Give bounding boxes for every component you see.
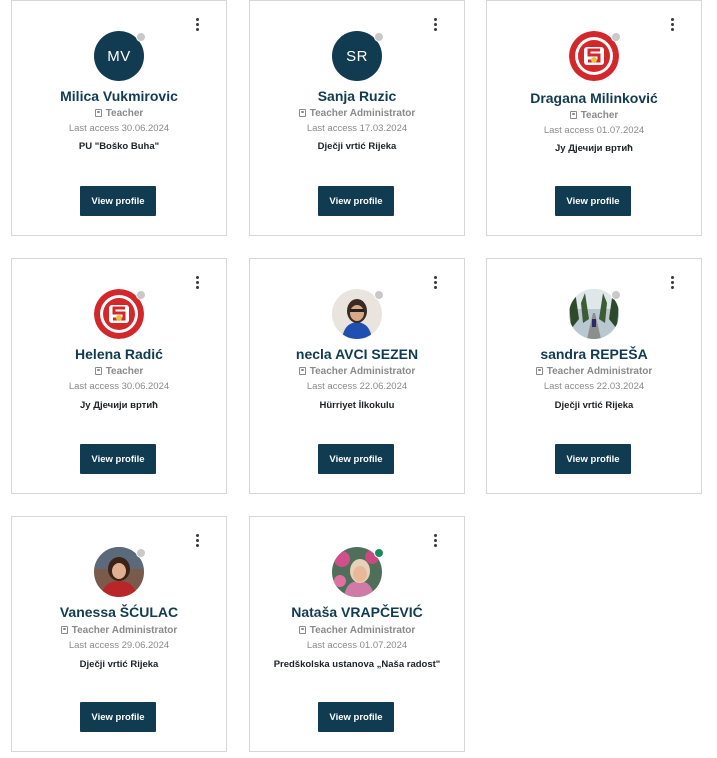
role-line: Teacher Administrator (487, 366, 701, 377)
role-label: Teacher Administrator (309, 108, 416, 119)
institution: Ју Дјечији вртић (80, 400, 158, 411)
role-line: Teacher Administrator (250, 366, 464, 377)
view-profile-button[interactable]: View profile (318, 186, 394, 216)
status-dot (611, 290, 621, 300)
role-label: Teacher Administrator (71, 625, 178, 636)
last-access: Last access 30.06.2024 (68, 381, 170, 392)
role-label: Teacher (105, 366, 144, 377)
role-line: Teacher Administrator (250, 108, 464, 119)
person-name[interactable]: Vanessa ŠĆULAC (12, 604, 226, 620)
person-name[interactable]: Helena Radić (12, 346, 226, 362)
kebab-menu-icon[interactable] (428, 531, 442, 549)
institution: Dječji vrtić Rijeka (79, 659, 159, 670)
last-access: Last access 01.07.2024 (306, 640, 408, 651)
kebab-menu-icon[interactable] (665, 15, 679, 33)
role-label: Teacher Administrator (309, 625, 416, 636)
institution: PU "Boško Buha" (78, 141, 160, 152)
profile-card: Nataša VRAPČEVIĆ Teacher Administrator L… (249, 516, 465, 752)
badge-icon (94, 109, 102, 117)
role-line: Teacher Administrator (250, 625, 464, 636)
kebab-menu-icon[interactable] (190, 531, 204, 549)
last-access: Last access 01.07.2024 (543, 125, 645, 136)
kebab-menu-icon[interactable] (665, 273, 679, 291)
person-name[interactable]: Milica Vukmirovic (12, 88, 226, 104)
view-profile-button[interactable]: View profile (318, 444, 394, 474)
view-profile-button[interactable]: View profile (80, 444, 156, 474)
role-label: Teacher Administrator (546, 366, 653, 377)
role-line: Teacher (12, 366, 226, 377)
last-access: Last access 17.03.2024 (306, 123, 408, 134)
status-dot (374, 32, 384, 42)
profile-card: necla AVCI SEZEN Teacher Administrator L… (249, 258, 465, 494)
badge-icon (569, 111, 577, 119)
profile-card: Helena Radić Teacher Last access 30.06.2… (11, 258, 227, 494)
status-dot (136, 32, 146, 42)
status-dot (136, 290, 146, 300)
status-dot (374, 290, 384, 300)
profile-card: Dragana Milinković Teacher Last access 0… (486, 0, 702, 236)
institution: Dječji vrtić Rijeka (317, 141, 397, 152)
kebab-menu-icon[interactable] (428, 15, 442, 33)
person-name[interactable]: Nataša VRAPČEVIĆ (250, 604, 464, 620)
kebab-menu-icon[interactable] (190, 273, 204, 291)
view-profile-button[interactable]: View profile (80, 186, 156, 216)
profile-card: SR Sanja Ruzic Teacher Administrator Las… (249, 0, 465, 236)
status-dot (611, 32, 621, 42)
view-profile-button[interactable]: View profile (555, 444, 631, 474)
role-label: Teacher Administrator (309, 366, 416, 377)
institution: Ју Дјечији вртић (555, 143, 633, 154)
view-profile-button[interactable]: View profile (318, 702, 394, 732)
role-line: Teacher (487, 110, 701, 121)
badge-icon (298, 109, 306, 117)
profile-card: MV Milica Vukmirovic Teacher Last access… (11, 0, 227, 236)
kebab-menu-icon[interactable] (190, 15, 204, 33)
person-name[interactable]: Sanja Ruzic (250, 88, 464, 104)
last-access: Last access 29.06.2024 (68, 640, 170, 651)
status-dot (374, 548, 384, 558)
badge-icon (60, 626, 68, 634)
profile-card: Vanessa ŠĆULAC Teacher Administrator Las… (11, 516, 227, 752)
role-label: Teacher (580, 110, 619, 121)
person-name[interactable]: necla AVCI SEZEN (250, 346, 464, 362)
person-name[interactable]: Dragana Milinković (487, 90, 701, 106)
role-line: Teacher Administrator (12, 625, 226, 636)
institution: Hürriyet İlkokulu (319, 400, 395, 411)
institution: Dječji vrtić Rijeka (554, 400, 634, 411)
status-dot (136, 548, 146, 558)
badge-icon (298, 367, 306, 375)
badge-icon (94, 367, 102, 375)
person-name[interactable]: sandra REPEŠA (487, 346, 701, 362)
badge-icon (298, 626, 306, 634)
badge-icon (535, 367, 543, 375)
last-access: Last access 22.03.2024 (543, 381, 645, 392)
view-profile-button[interactable]: View profile (555, 186, 631, 216)
role-label: Teacher (105, 108, 144, 119)
kebab-menu-icon[interactable] (428, 273, 442, 291)
last-access: Last access 30.06.2024 (68, 123, 170, 134)
profile-card: sandra REPEŠA Teacher Administrator Last… (486, 258, 702, 494)
last-access: Last access 22.06.2024 (306, 381, 408, 392)
view-profile-button[interactable]: View profile (80, 702, 156, 732)
institution: Predškolska ustanova „Naša radost" (273, 659, 441, 670)
role-line: Teacher (12, 108, 226, 119)
